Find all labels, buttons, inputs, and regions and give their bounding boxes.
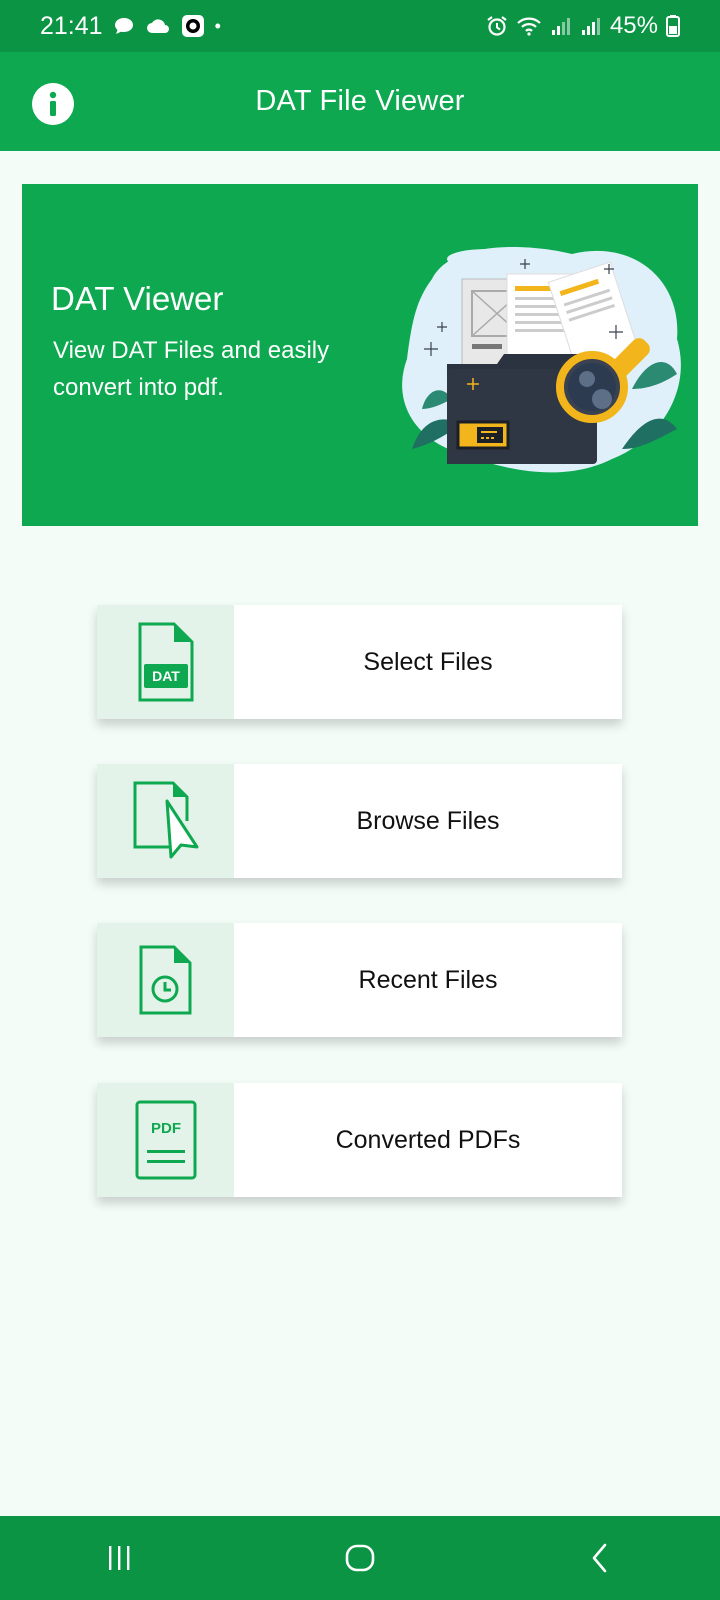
status-time: 21:41 [40,11,103,40]
app-notification-icon [181,15,204,37]
status-left: 21:41 • [40,12,221,41]
recent-files-label: Recent Files [358,965,498,994]
info-button[interactable] [32,83,74,125]
browse-files-label: Browse Files [356,806,500,835]
app-title: DAT File Viewer [255,85,465,117]
back-button[interactable] [560,1528,640,1588]
cloud-icon [146,19,169,33]
chat-bubble-icon [114,18,133,34]
signal-icon-2 [581,18,600,35]
browse-files-button[interactable]: Browse Files [97,764,622,878]
pdf-icon-text: PDF [151,1120,181,1137]
status-bar: 21:41 • 45% [0,0,720,52]
dat-icon-text: DAT [152,668,180,684]
recent-apps-button[interactable] [80,1528,160,1588]
battery-icon [666,15,680,37]
dot-icon: • [214,15,221,36]
converted-pdfs-label: Converted PDFs [335,1125,521,1154]
back-icon [592,1543,607,1573]
signal-icon-1 [551,18,570,35]
navigation-bar [0,1516,720,1600]
converted-pdfs-button[interactable]: PDF Converted PDFs [97,1083,622,1197]
dat-file-icon: DAT [138,622,193,702]
select-files-button[interactable]: DAT Select Files [97,605,622,719]
browse-files-icon-box [97,764,234,878]
recent-apps-icon [109,1546,130,1570]
banner: DAT Viewer View DAT Files and easily con… [22,184,698,526]
converted-pdfs-icon-box: PDF [97,1083,234,1197]
select-files-icon-box: DAT [97,605,234,719]
pdf-file-icon: PDF [135,1100,196,1180]
wifi-icon [517,17,541,36]
info-icon [49,91,57,116]
status-right: 45% [486,12,680,40]
battery-percent: 45% [609,12,658,39]
banner-title: DAT Viewer [51,280,224,317]
alarm-icon [487,16,507,36]
banner-subtitle: View DAT Files and easily convert into p… [53,337,330,401]
file-cursor-icon [133,781,198,859]
file-illustration [402,246,681,473]
app-bar: DAT File Viewer [0,52,720,151]
select-files-label: Select Files [363,647,493,676]
recent-files-icon-box [97,923,234,1037]
recent-files-button[interactable]: Recent Files [97,923,622,1037]
home-button[interactable] [320,1528,400,1588]
home-icon [345,1544,375,1572]
file-clock-icon [139,945,191,1015]
